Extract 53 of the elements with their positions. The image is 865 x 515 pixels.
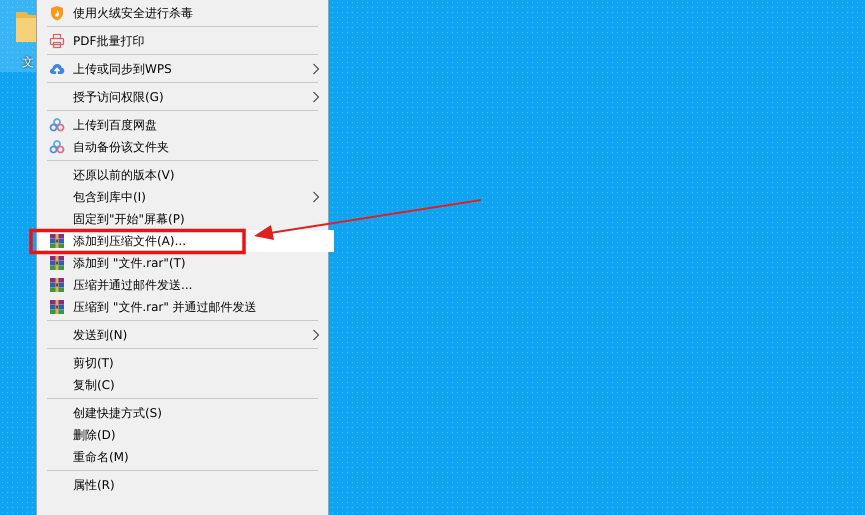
books-stack-icon	[49, 277, 65, 293]
menu-item[interactable]: 复制(C)	[39, 374, 326, 396]
menu-item[interactable]: 属性(R)	[39, 474, 326, 496]
books-stack-icon	[49, 233, 65, 249]
menu-item-label: 固定到"开始"屏幕(P)	[73, 210, 185, 228]
menu-item[interactable]: 还原以前的版本(V)	[39, 164, 326, 186]
menu-item[interactable]: 剪切(T)	[39, 352, 326, 374]
menu-item[interactable]: 重命名(M)	[39, 446, 326, 468]
menu-item[interactable]: 删除(D)	[39, 424, 326, 446]
menu-item-label: 删除(D)	[73, 426, 116, 444]
menu-item-label: 自动备份该文件夹	[73, 138, 169, 156]
menu-item-label: 剪切(T)	[73, 354, 114, 372]
menu-item-label: 上传到百度网盘	[73, 116, 157, 134]
menu-item[interactable]: 发送到(N)	[39, 324, 326, 346]
menu-item-label: 使用火绒安全进行杀毒	[73, 4, 193, 22]
menu-item-label: 发送到(N)	[73, 326, 128, 344]
menu-item-label: 添加到 "文件.rar"(T)	[73, 254, 186, 272]
menu-item-label: 复制(C)	[73, 376, 115, 394]
rings-icon	[49, 117, 65, 133]
chevron-icon	[312, 91, 320, 103]
rings-icon	[49, 139, 65, 155]
folder-label: 文	[22, 54, 34, 71]
menu-item-label: 授予访问权限(G)	[73, 88, 164, 106]
menu-item[interactable]: 上传到百度网盘	[39, 114, 326, 136]
shield-flame-icon	[49, 5, 65, 21]
menu-item-label: 压缩并通过邮件发送...	[73, 276, 192, 294]
menu-item[interactable]: 压缩并通过邮件发送...	[39, 274, 326, 296]
menu-item[interactable]: 授予访问权限(G)	[39, 86, 326, 108]
menu-item-label: 还原以前的版本(V)	[73, 166, 175, 184]
chevron-icon	[312, 329, 320, 341]
menu-item-label: 包含到库中(I)	[73, 188, 146, 206]
books-stack-icon	[49, 255, 65, 271]
menu-item[interactable]: 添加到 "文件.rar"(T)	[39, 252, 326, 274]
menu-item-label: 压缩到 "文件.rar" 并通过邮件发送	[73, 298, 257, 316]
menu-item-label: PDF批量打印	[73, 32, 144, 50]
menu-item[interactable]: 使用火绒安全进行杀毒	[39, 2, 326, 24]
menu-item[interactable]: 创建快捷方式(S)	[39, 402, 326, 424]
menu-item-label: 创建快捷方式(S)	[73, 404, 162, 422]
menu-item[interactable]: 上传或同步到WPS	[39, 58, 326, 80]
menu-item[interactable]: 自动备份该文件夹	[39, 136, 326, 158]
menu-item[interactable]: 包含到库中(I)	[39, 186, 326, 208]
menu-item-label: 属性(R)	[73, 476, 115, 494]
books-stack-icon	[49, 299, 65, 315]
chevron-icon	[312, 191, 320, 203]
cloud-upload-icon	[49, 61, 65, 77]
menu-item[interactable]: 压缩到 "文件.rar" 并通过邮件发送	[39, 296, 326, 318]
menu-item-label: 重命名(M)	[73, 448, 129, 466]
chevron-icon	[312, 63, 320, 75]
menu-item-label: 添加到压缩文件(A)...	[73, 232, 186, 250]
printer-icon	[49, 33, 65, 49]
menu-item-label: 上传或同步到WPS	[73, 60, 172, 78]
menu-item[interactable]: 固定到"开始"屏幕(P)	[39, 208, 326, 230]
menu-item[interactable]: PDF批量打印	[39, 30, 326, 52]
